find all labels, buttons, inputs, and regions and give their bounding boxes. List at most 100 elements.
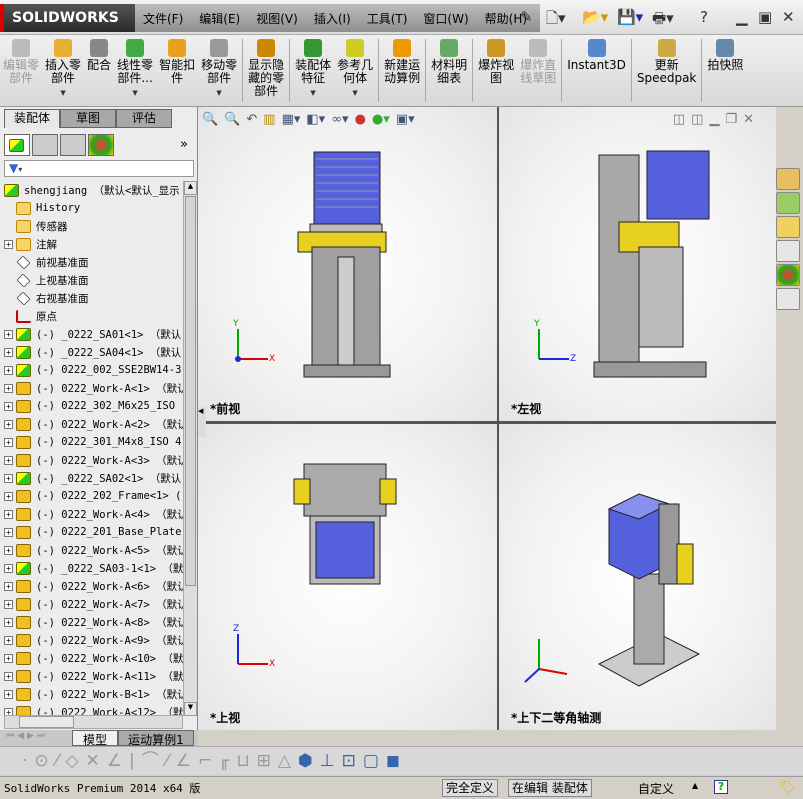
tree-item[interactable]: 右视基准面 <box>4 289 183 307</box>
sketch-tool-icons[interactable]: ·⊙⁄◇✕∠|⌒⁄∠⌐╓⊔⊞△ <box>22 751 298 771</box>
command-button[interactable]: 线性零 部件... ▼ <box>114 35 156 106</box>
command-button[interactable]: 更新 Speedpak <box>634 35 700 106</box>
command-button[interactable]: 智能扣 件 <box>156 35 198 106</box>
tree-item[interactable]: 前视基准面 <box>4 253 183 271</box>
apply-scene-icon[interactable]: ●▾ <box>372 112 390 127</box>
tree-item[interactable]: + (-) 0222_Work-A<10> （默 <box>4 649 183 667</box>
dropdown-arrow-icon[interactable]: ▼ <box>60 87 65 100</box>
viewport-front[interactable]: Y X *前视 <box>198 107 497 421</box>
custom-properties-icon[interactable] <box>776 288 800 310</box>
command-button[interactable]: Instant3D <box>564 35 629 106</box>
open-icon[interactable]: 📂▾ <box>582 8 608 26</box>
command-button[interactable]: 移动零 部件 ▼ <box>198 35 240 106</box>
tab-assembly[interactable]: 装配体 <box>4 109 60 128</box>
tree-item[interactable]: + (-) 0222_Work-A<3> （默认 <box>4 451 183 469</box>
command-button[interactable]: 材料明 细表 <box>428 35 470 106</box>
expand-icon[interactable]: + <box>4 617 13 627</box>
hscroll-thumb[interactable] <box>19 716 74 728</box>
tree-item[interactable]: + (-) 0222_Work-A<4> （默认 <box>4 505 183 523</box>
minimize-icon[interactable]: ▁ <box>736 8 748 26</box>
tree-vertical-scrollbar[interactable]: ▲ ▼ <box>183 181 197 716</box>
tab-navigation-arrows[interactable]: ⏮◀▶⏭ <box>6 731 70 745</box>
zoom-area-icon[interactable]: 🔍 <box>224 112 240 127</box>
tree-item[interactable]: + (-) _0222_SA04<1> （默认 <box>4 343 183 361</box>
close-icon[interactable]: ✕ <box>782 8 795 26</box>
command-button[interactable]: 参考几 何体 ▼ <box>334 35 376 106</box>
expand-icon[interactable]: + <box>4 437 13 447</box>
command-button[interactable]: 编辑零 部件 <box>0 35 42 106</box>
tree-horizontal-scrollbar[interactable] <box>4 715 183 729</box>
expand-chevron-icon[interactable]: » <box>180 137 188 152</box>
tree-item[interactable]: + (-) 0222_202_Frame<1> ( <box>4 487 183 505</box>
tree-item[interactable]: + (-) _0222_SA02<1> （默认 <box>4 469 183 487</box>
scroll-thumb[interactable] <box>185 196 196 586</box>
view-palette-icon[interactable] <box>776 240 800 262</box>
tree-item[interactable]: History <box>4 199 183 217</box>
tree-item[interactable]: + (-) 0222_Work-A<1> （默认 <box>4 379 183 397</box>
expand-icon[interactable]: + <box>4 419 13 429</box>
command-button[interactable]: 装配体 特征 ▼ <box>292 35 334 106</box>
file-explorer-icon[interactable] <box>776 216 800 238</box>
dropdown-arrow-icon[interactable]: ▼ <box>352 87 357 100</box>
dropdown-arrow-icon[interactable]: ▼ <box>216 87 221 100</box>
tab-sketch[interactable]: 草图 <box>60 109 116 128</box>
menu-item[interactable]: 文件(F) <box>135 10 191 27</box>
expand-icon[interactable]: + <box>4 563 13 573</box>
tree-item[interactable]: + (-) _0222_SA03-1<1> （默 <box>4 559 183 577</box>
appearances-icon[interactable] <box>776 264 800 286</box>
expand-icon[interactable]: + <box>4 635 13 645</box>
expand-icon[interactable]: + <box>4 545 13 555</box>
tree-item[interactable]: + (-) _0222_SA01<1> （默认 <box>4 325 183 343</box>
tree-item[interactable]: + (-) 0222_002_SSE2BW14-3 <box>4 361 183 379</box>
menu-item[interactable]: 工具(T) <box>359 10 416 27</box>
expand-icon[interactable]: + <box>4 653 13 663</box>
tree-item[interactable]: + (-) 0222_Work-B<1> （默认 <box>4 685 183 703</box>
help-icon[interactable]: ? <box>714 780 728 794</box>
scroll-down-button[interactable]: ▼ <box>184 702 197 716</box>
tree-item[interactable]: + (-) 0222_201_Base_Plate <box>4 523 183 541</box>
display-style-icon[interactable]: ◧▾ <box>306 112 325 127</box>
expand-icon[interactable]: + <box>4 689 13 699</box>
expand-icon[interactable]: + <box>4 455 13 465</box>
expand-icon[interactable]: + <box>4 527 13 537</box>
graphics-area[interactable]: 🔍 🔍 ↶ ▥ ▦▾ ◧▾ ∞▾ ● ●▾ ▣▾ ◫◫▁❐✕ Y X *前视 Y Z *左视 <box>198 107 776 730</box>
tab-motion-study[interactable]: 运动算例1 <box>118 730 194 747</box>
tree-item[interactable]: + (-) 0222_Work-A<11> （默 <box>4 667 183 685</box>
command-button[interactable]: 显示隐 藏的零 部件 <box>245 35 287 106</box>
new-document-icon[interactable]: 🗋▾ <box>546 8 566 33</box>
command-button[interactable]: 新建运 动算例 <box>381 35 423 106</box>
command-button[interactable]: 插入零 部件 ▼ <box>42 35 84 106</box>
tree-item[interactable]: 传感器 <box>4 217 183 235</box>
tree-item[interactable]: + (-) 0222_Work-A<7> （默认 <box>4 595 183 613</box>
pane-collapse-handle[interactable]: ◀ <box>198 407 206 437</box>
viewport-window-controls[interactable]: ◫◫▁❐✕ <box>673 112 760 127</box>
menu-item[interactable]: 窗口(W) <box>415 10 476 27</box>
configuration-manager-tab-icon[interactable] <box>60 134 86 156</box>
help-icon[interactable]: ? <box>700 8 708 26</box>
expand-icon[interactable]: + <box>4 383 13 393</box>
expand-icon[interactable]: + <box>4 509 13 519</box>
units-caret-icon[interactable]: ▲ <box>692 781 698 790</box>
maximize-icon[interactable]: ▣ <box>758 8 772 26</box>
view-orientation-icon[interactable]: ▦▾ <box>282 112 301 127</box>
units-selector[interactable]: 自定义 <box>638 780 674 797</box>
tree-item[interactable]: 原点 <box>4 307 183 325</box>
solidworks-logo[interactable]: SOLIDWORKS <box>0 4 135 32</box>
expand-icon[interactable]: + <box>4 599 13 609</box>
previous-view-icon[interactable]: ↶ <box>246 112 257 127</box>
command-button[interactable]: 拍快照 <box>704 35 746 106</box>
tree-item[interactable]: + (-) 0222_Work-A<5> （默认 <box>4 541 183 559</box>
resources-home-icon[interactable] <box>776 168 800 190</box>
pin-icon[interactable]: ✎ <box>520 8 533 26</box>
expand-icon[interactable]: + <box>4 329 13 339</box>
expand-icon[interactable]: + <box>4 491 13 501</box>
tree-item[interactable]: 上视基准面 <box>4 271 183 289</box>
scroll-up-button[interactable]: ▲ <box>184 181 197 195</box>
tag-icon[interactable]: 🏷 <box>778 779 796 795</box>
tree-item[interactable]: + 注解 <box>4 235 183 253</box>
expand-icon[interactable]: + <box>4 239 13 249</box>
property-manager-tab-icon[interactable] <box>32 134 58 156</box>
edit-appearance-icon[interactable]: ● <box>355 112 366 127</box>
dropdown-arrow-icon[interactable]: ▼ <box>132 87 137 100</box>
viewport-left[interactable]: Y Z *左视 <box>499 107 776 421</box>
